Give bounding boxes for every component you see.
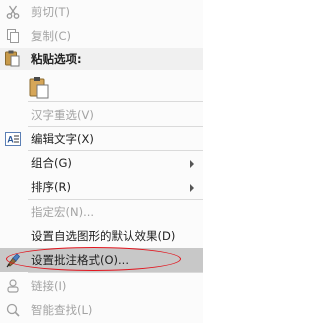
context-menu: 剪切(T) 复制(C) 粘贴选项: 汉字重选(V) A 编辑文字(X) 组合(G…	[0, 0, 203, 323]
menu-item-label: 编辑文字(X)	[31, 132, 94, 146]
scissors-icon	[4, 3, 22, 21]
menu-item-order[interactable]: 排序(R)	[0, 175, 203, 199]
menu-item-assign-macro[interactable]: 指定宏(N)...	[0, 200, 203, 224]
menu-item-label: 指定宏(N)...	[31, 205, 95, 219]
smart-lookup-icon	[4, 301, 22, 319]
menu-item-label: 排序(R)	[31, 180, 71, 194]
copy-icon	[4, 27, 22, 45]
menu-item-set-default-shape[interactable]: 设置自选图形的默认效果(D)	[0, 224, 203, 248]
menu-item-label: 汉字重选(V)	[31, 108, 94, 122]
menu-item-copy[interactable]: 复制(C)	[0, 24, 203, 48]
menu-item-edit-text[interactable]: A 编辑文字(X)	[0, 127, 203, 151]
annotation-ellipse	[6, 247, 181, 271]
menu-item-label: 智能查找(L)	[31, 303, 93, 317]
menu-item-label: 复制(C)	[31, 29, 72, 43]
submenu-arrow-icon	[190, 160, 194, 168]
paste-options-header: 粘贴选项:	[0, 48, 203, 70]
paste-options-row	[0, 72, 203, 100]
menu-item-cut[interactable]: 剪切(T)	[0, 0, 203, 24]
paste-icon	[4, 49, 22, 69]
menu-item-label: 链接(I)	[31, 279, 67, 293]
menu-item-link[interactable]: 链接(I)	[0, 274, 203, 298]
menu-item-smart-lookup[interactable]: 智能查找(L)	[0, 298, 203, 322]
submenu-arrow-icon	[190, 184, 194, 192]
menu-item-group[interactable]: 组合(G)	[0, 151, 203, 175]
link-icon	[4, 277, 22, 295]
menu-item-label: 组合(G)	[31, 156, 72, 170]
menu-item-reconvert[interactable]: 汉字重选(V)	[0, 103, 203, 127]
paste-keep-format-icon[interactable]	[28, 75, 52, 99]
separator	[28, 272, 203, 273]
edit-text-icon: A	[4, 130, 22, 148]
paste-options-label: 粘贴选项:	[31, 52, 82, 66]
menu-item-label: 设置自选图形的默认效果(D)	[31, 229, 176, 243]
svg-text:A: A	[7, 135, 14, 145]
menu-item-label: 剪切(T)	[31, 5, 70, 19]
separator	[28, 101, 203, 102]
